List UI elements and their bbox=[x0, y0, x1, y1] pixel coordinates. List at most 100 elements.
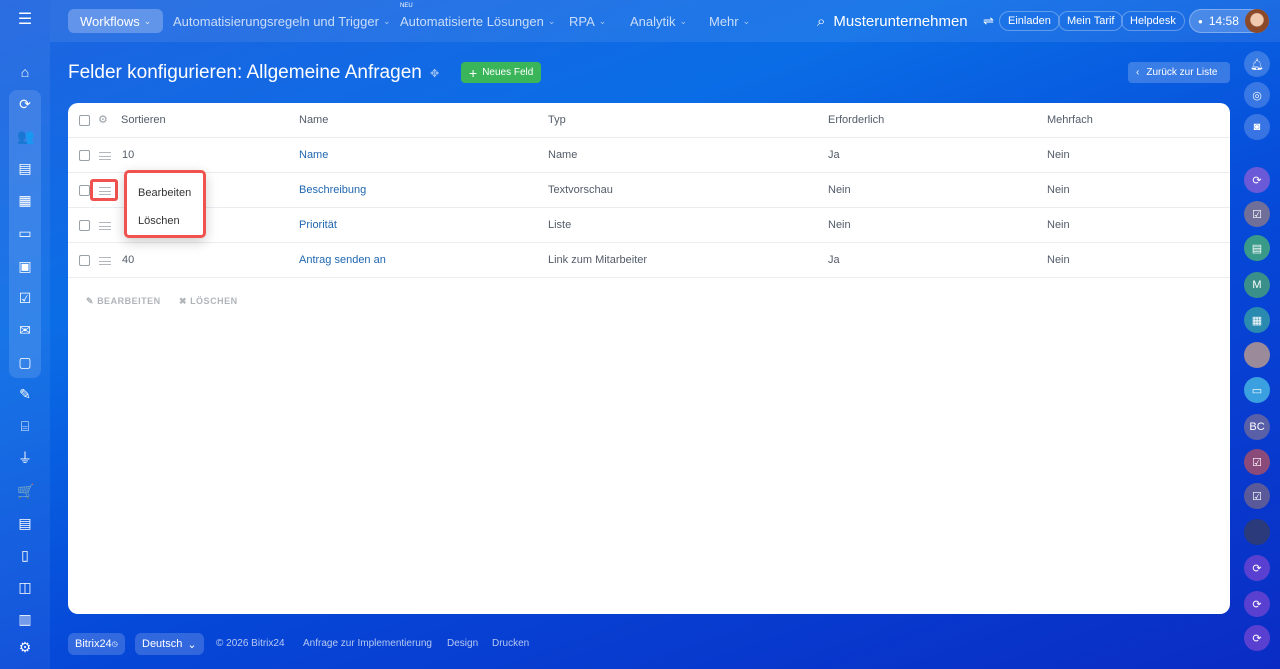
nav-more[interactable]: Mehr ⌄ bbox=[709, 9, 750, 33]
chat-automation-icon[interactable]: ⟳ bbox=[1244, 555, 1270, 581]
left-sidebar: ☰ ⌂ ⟳ 👥 ▤ ▦ ▭ ▣ ☑ ✉ ▢ ✎ ⌸ ⏚ 🛒 ▤ ▯ ◫ ▥ ⚙ bbox=[0, 0, 50, 669]
chat-icon[interactable]: ▢ bbox=[17, 354, 33, 370]
contacts-icon[interactable]: 👥 bbox=[17, 128, 34, 144]
copilot-icon[interactable]: ◙ bbox=[1244, 114, 1270, 140]
field-multiple: Nein bbox=[1047, 254, 1070, 266]
contact-card-icon[interactable]: ▤ bbox=[1244, 235, 1270, 261]
field-name-link[interactable]: Priorität bbox=[299, 208, 337, 243]
menu-icon[interactable]: ☰ bbox=[17, 12, 33, 28]
calendar-icon[interactable]: ▦ bbox=[17, 192, 33, 208]
row-menu-icon[interactable] bbox=[99, 222, 111, 230]
chat-automation-icon[interactable]: ⟳ bbox=[1244, 167, 1270, 193]
header-sort[interactable]: Sortieren bbox=[121, 103, 166, 138]
field-multiple: Nein bbox=[1047, 219, 1070, 231]
messages-icon[interactable]: ▭ bbox=[1244, 377, 1270, 403]
row-menu-icon[interactable] bbox=[99, 152, 111, 160]
row-checkbox[interactable] bbox=[79, 150, 90, 161]
filter-icon[interactable]: ⇌ bbox=[983, 9, 994, 33]
home-icon[interactable]: ⌂ bbox=[17, 64, 33, 80]
nav-analytics[interactable]: Analytik ⌄ bbox=[630, 9, 687, 33]
sign-icon[interactable]: ✎ bbox=[17, 386, 33, 402]
header-type[interactable]: Typ bbox=[548, 103, 566, 138]
row-menu-icon[interactable] bbox=[99, 257, 111, 265]
back-to-list-button[interactable]: ‹ Zurück zur Liste bbox=[1128, 62, 1230, 83]
language-select[interactable]: Deutsch ⌄ bbox=[135, 633, 204, 655]
field-required: Nein bbox=[828, 184, 851, 196]
task-chat-icon[interactable]: ☑ bbox=[1244, 201, 1270, 227]
pin-icon[interactable]: ✥ bbox=[430, 67, 439, 80]
plan-button[interactable]: Mein Tarif bbox=[1058, 11, 1124, 31]
footer-link-design[interactable]: Design bbox=[447, 638, 478, 649]
nav-automated-solutions[interactable]: NEU Automatisierte Lösungen ⌄ bbox=[400, 3, 555, 33]
funnel-icon[interactable]: ⏚ bbox=[17, 450, 33, 466]
field-name-link[interactable]: Name bbox=[299, 138, 328, 173]
row-menu-icon[interactable] bbox=[99, 187, 111, 195]
close-icon: ✖ bbox=[179, 296, 188, 306]
row-checkbox[interactable] bbox=[79, 185, 90, 196]
footer-link-implementation[interactable]: Anfrage zur Implementierung bbox=[303, 638, 432, 649]
bulk-delete-button[interactable]: ✖ LÖSCHEN bbox=[179, 296, 238, 307]
fingerprint-icon[interactable]: ◎ bbox=[1244, 82, 1270, 108]
cart-icon[interactable]: 🛒 bbox=[17, 483, 34, 499]
table-row[interactable]: 40 Antrag senden an Link zum Mitarbeiter… bbox=[68, 243, 1230, 278]
nav-workflows[interactable]: Workflows ⌄ bbox=[68, 9, 164, 33]
chevron-left-icon: ‹ bbox=[1136, 67, 1140, 78]
automation-icon[interactable]: ⟳ bbox=[17, 96, 33, 112]
user-avatar-chat[interactable] bbox=[1244, 342, 1270, 368]
chat-m[interactable]: M bbox=[1244, 272, 1270, 298]
menu-item-edit[interactable]: Bearbeiten bbox=[138, 187, 191, 199]
analytics-icon[interactable]: ▥ bbox=[17, 611, 33, 627]
footer-link-print[interactable]: Drucken bbox=[492, 638, 529, 649]
table-row[interactable]: Beschreibung Textvorschau Nein Nein bbox=[68, 173, 1230, 208]
new-field-button[interactable]: + Neues Feld bbox=[461, 62, 542, 83]
bulk-edit-button[interactable]: ✎ BEARBEITEN bbox=[86, 296, 161, 307]
mail-icon[interactable]: ✉ bbox=[17, 322, 33, 338]
sites-icon[interactable]: ▤ bbox=[17, 515, 33, 531]
invite-button[interactable]: Einladen bbox=[999, 11, 1060, 31]
feed-icon[interactable]: ▤ bbox=[17, 160, 33, 176]
bell-icon[interactable]: 🔔︎ bbox=[1244, 51, 1270, 77]
chat-automation-icon[interactable]: ⟳ bbox=[1244, 625, 1270, 651]
select-all-checkbox[interactable] bbox=[79, 115, 90, 126]
nav-automation-rules[interactable]: Automatisierungsregeln und Trigger ⌄ bbox=[173, 9, 391, 33]
helpdesk-button[interactable]: Helpdesk bbox=[1121, 11, 1185, 31]
field-name-link[interactable]: Antrag senden an bbox=[299, 243, 386, 278]
tasks-icon[interactable]: ☑ bbox=[17, 290, 33, 306]
sort-value: 40 bbox=[122, 254, 135, 266]
chevron-down-icon: ⌄ bbox=[382, 15, 391, 26]
drive-icon[interactable]: ▭ bbox=[17, 225, 33, 241]
task-chat-icon[interactable]: ☑ bbox=[1244, 449, 1270, 475]
user-avatar-chat[interactable] bbox=[1244, 519, 1270, 545]
field-type: Liste bbox=[548, 219, 572, 231]
gear-icon[interactable]: ⚙ bbox=[98, 103, 108, 138]
row-checkbox[interactable] bbox=[79, 220, 90, 231]
settings-icon[interactable]: ⚙ bbox=[17, 639, 33, 655]
user-avatar[interactable] bbox=[1245, 9, 1269, 33]
chevron-down-icon: ⌄ bbox=[598, 15, 607, 26]
company-search[interactable]: ⌕ Musterunternehmen bbox=[817, 9, 968, 33]
table-row[interactable]: Priorität Liste Nein Nein bbox=[68, 208, 1230, 243]
task-chat-icon[interactable]: ☑ bbox=[1244, 483, 1270, 509]
calendar-chat-icon[interactable]: ▦ bbox=[1244, 307, 1270, 333]
field-name-link[interactable]: Beschreibung bbox=[299, 173, 366, 208]
row-checkbox[interactable] bbox=[79, 255, 90, 266]
menu-item-delete[interactable]: Löschen bbox=[138, 215, 180, 227]
pencil-icon: ✎ bbox=[86, 296, 95, 306]
header-required[interactable]: Erforderlich bbox=[828, 103, 884, 138]
header-name[interactable]: Name bbox=[299, 103, 328, 138]
page-title: Felder konfigurieren: Allgemeine Anfrage… bbox=[68, 62, 422, 83]
chat-bc[interactable]: BC bbox=[1244, 414, 1270, 440]
bitrix24-button[interactable]: Bitrix24 ◷ bbox=[68, 633, 125, 655]
nav-rpa[interactable]: RPA ⌄ bbox=[569, 9, 606, 33]
field-type: Name bbox=[548, 149, 578, 161]
chat-automation-icon[interactable]: ⟳ bbox=[1244, 591, 1270, 617]
workgroups-icon[interactable]: ▣ bbox=[17, 258, 33, 274]
table-row[interactable]: 10 Name Name Ja Nein bbox=[68, 138, 1230, 173]
store-icon[interactable]: ⌸ bbox=[17, 418, 33, 434]
document-icon[interactable]: ▯ bbox=[17, 547, 33, 563]
header-multiple[interactable]: Mehrfach bbox=[1047, 103, 1093, 138]
nav-label: Workflows bbox=[80, 13, 140, 29]
chevron-down-icon: ⌄ bbox=[143, 15, 152, 26]
apps-icon[interactable]: ◫ bbox=[17, 579, 33, 595]
nav-label: Analytik bbox=[630, 13, 676, 29]
